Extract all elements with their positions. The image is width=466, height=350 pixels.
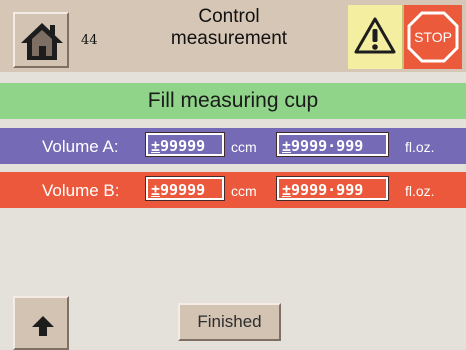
volume-b-ccm-unit: ccm <box>231 183 257 199</box>
arrow-up-icon <box>32 316 54 336</box>
volume-a-ccm-value: 99999 <box>160 137 206 155</box>
banner-label: Fill measuring cup <box>147 89 319 112</box>
volume-a-floz-value: 9999·999 <box>291 137 364 155</box>
volume-b-ccm-value: 99999 <box>160 181 206 199</box>
header-bar: 44 Control measurement STOP <box>0 0 466 72</box>
volume-b-ccm-sign: ± <box>151 181 161 199</box>
stop-label: STOP <box>414 29 452 45</box>
volume-a-ccm-unit: ccm <box>231 139 257 155</box>
home-icon <box>21 23 63 60</box>
warning-button[interactable] <box>348 5 404 69</box>
volume-b-row: Volume B: ±99999 ccm ±9999·999 fl.oz. <box>0 172 466 208</box>
stop-icon: STOP <box>407 11 459 63</box>
volume-a-floz-sign: ± <box>282 137 292 155</box>
volume-a-floz-unit: fl.oz. <box>405 139 435 155</box>
home-button[interactable] <box>13 12 69 68</box>
volume-b-label: Volume B: <box>42 181 120 200</box>
volume-a-ccm-field[interactable]: ±99999 <box>145 132 225 157</box>
volume-a-floz-field[interactable]: ±9999·999 <box>276 132 389 157</box>
volume-b-floz-sign: ± <box>282 181 292 199</box>
control-measurement-screen: 44 Control measurement STOP Fill measuri… <box>0 0 466 350</box>
volume-a-ccm-sign: ± <box>151 137 161 155</box>
stop-button[interactable]: STOP <box>404 5 462 69</box>
volume-b-floz-field[interactable]: ±9999·999 <box>276 176 389 201</box>
volume-b-floz-value: 9999·999 <box>291 181 364 199</box>
page-title: Control measurement <box>118 6 340 50</box>
volume-a-row: Volume A: ±99999 ccm ±9999·999 fl.oz. <box>0 128 466 164</box>
page-title-line2: measurement <box>170 28 288 49</box>
fill-measuring-cup-banner: Fill measuring cup <box>0 83 466 119</box>
up-button[interactable] <box>13 296 69 350</box>
volume-b-ccm-field[interactable]: ±99999 <box>145 176 225 201</box>
finished-label: Finished <box>197 312 262 331</box>
page-title-line1: Control <box>198 6 260 27</box>
warning-icon <box>354 17 396 54</box>
volume-a-label: Volume A: <box>42 137 119 156</box>
volume-b-floz-unit: fl.oz. <box>405 183 435 199</box>
finished-button[interactable]: Finished <box>178 303 281 341</box>
screen-number: 44 <box>81 33 98 48</box>
